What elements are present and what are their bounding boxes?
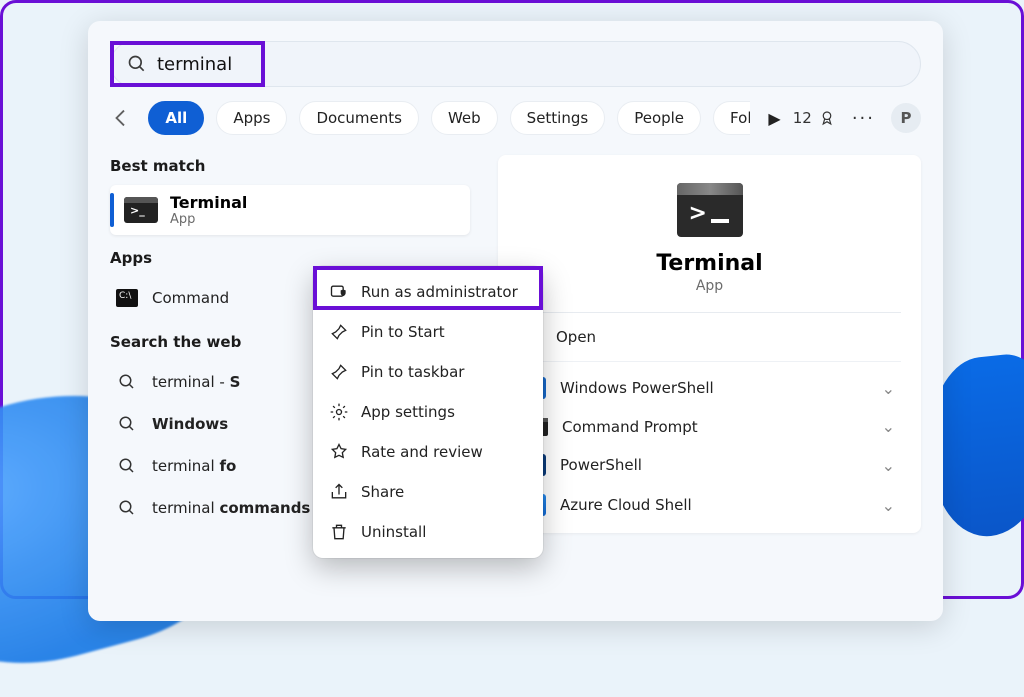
tab-people[interactable]: People [617, 101, 701, 135]
menu-item-label: Uninstall [361, 523, 426, 541]
preview-row-azure[interactable]: Azure Cloud Shell ⌄ [522, 485, 897, 525]
search-bar[interactable] [110, 41, 921, 87]
menu-run-as-administrator[interactable]: Run as administrator [319, 272, 537, 312]
tab-apps[interactable]: Apps [216, 101, 287, 135]
trash-icon [329, 522, 349, 542]
search-result-icon [118, 373, 136, 391]
avatar-initial: P [901, 109, 912, 127]
tab-all[interactable]: All [148, 101, 204, 135]
search-result-icon [118, 415, 136, 433]
preview-column: > Terminal App Open >_ Windows PowerShel… [498, 143, 921, 533]
chevron-down-icon: ⌄ [882, 379, 895, 398]
background-decoration-right [931, 350, 1024, 543]
gear-icon [329, 402, 349, 422]
menu-item-label: App settings [361, 403, 455, 421]
tab-folders[interactable]: Folders [713, 101, 750, 135]
menu-app-settings[interactable]: App settings [319, 392, 537, 432]
pin-icon [329, 322, 349, 342]
tab-settings[interactable]: Settings [510, 101, 606, 135]
tabs-overflow-icon[interactable]: ▶ [768, 109, 780, 128]
rewards-chip[interactable]: 12 [793, 109, 836, 127]
best-match-item[interactable]: >_ Terminal App [110, 185, 470, 235]
search-icon [127, 54, 147, 74]
avatar[interactable]: P [891, 103, 921, 133]
menu-rate-and-review[interactable]: Rate and review [319, 432, 537, 472]
search-result-icon [118, 499, 136, 517]
shield-run-icon [329, 282, 349, 302]
chevron-down-icon: ⌄ [882, 417, 895, 436]
preview-row-cmd[interactable]: >_ Command Prompt ⌄ [522, 408, 897, 445]
preview-row-3-label: Azure Cloud Shell [560, 496, 692, 514]
menu-item-label: Rate and review [361, 443, 483, 461]
star-icon [329, 442, 349, 462]
tab-documents[interactable]: Documents [299, 101, 419, 135]
chevron-down-icon: ⌄ [882, 456, 895, 475]
rewards-count: 12 [793, 109, 812, 127]
search-input[interactable] [157, 54, 904, 75]
best-match-label: Best match [110, 157, 470, 175]
preview-row-powershell[interactable]: >_ Windows PowerShell ⌄ [522, 368, 897, 408]
best-match-subtitle: App [170, 212, 247, 227]
preview-app-icon: > [677, 183, 743, 237]
menu-pin-to-start[interactable]: Pin to Start [319, 312, 537, 352]
preview-card: > Terminal App Open >_ Windows PowerShel… [498, 155, 921, 533]
web-result-4-text: terminal commands [152, 499, 310, 517]
terminal-app-icon: >_ [124, 197, 158, 223]
preview-row-0-label: Windows PowerShell [560, 379, 714, 397]
menu-item-label: Pin to taskbar [361, 363, 464, 381]
menu-pin-to-taskbar[interactable]: Pin to taskbar [319, 352, 537, 392]
tab-folders-label: Folders [730, 109, 750, 127]
preview-open[interactable]: Open [522, 319, 897, 355]
menu-item-label: Pin to Start [361, 323, 445, 341]
back-arrow-icon[interactable] [110, 106, 132, 130]
start-search-window: All Apps Documents Web Settings People F… [88, 21, 943, 621]
preview-row-2-label: PowerShell [560, 456, 642, 474]
menu-item-label: Run as administrator [361, 283, 518, 301]
preview-title: Terminal [522, 251, 897, 276]
pin-icon [329, 362, 349, 382]
tab-web[interactable]: Web [431, 101, 498, 135]
preview-row-1-label: Command Prompt [562, 418, 698, 436]
menu-uninstall[interactable]: Uninstall [319, 512, 537, 552]
preview-row-ps[interactable]: >_ PowerShell ⌄ [522, 445, 897, 485]
preview-subtitle: App [522, 278, 897, 294]
more-options-icon[interactable]: ··· [852, 108, 875, 129]
web-result-3-text: terminal fo [152, 457, 236, 475]
share-icon [329, 482, 349, 502]
apps-section-label: Apps [110, 249, 470, 267]
selection-accent [110, 193, 114, 227]
preview-open-label: Open [556, 328, 596, 346]
web-result-1-text: terminal - S [152, 373, 240, 391]
filter-tabs-row: All Apps Documents Web Settings People F… [88, 87, 943, 135]
command-prompt-icon [116, 289, 138, 307]
rewards-icon [818, 109, 836, 127]
context-menu: Run as administrator Pin to Start Pin to… [313, 266, 543, 558]
search-result-icon [118, 457, 136, 475]
chevron-down-icon: ⌄ [882, 496, 895, 515]
web-result-2-text: Windows [152, 415, 228, 433]
best-match-title: Terminal [170, 193, 247, 212]
menu-item-label: Share [361, 483, 404, 501]
menu-share[interactable]: Share [319, 472, 537, 512]
apps-result-label: Command [152, 289, 229, 307]
